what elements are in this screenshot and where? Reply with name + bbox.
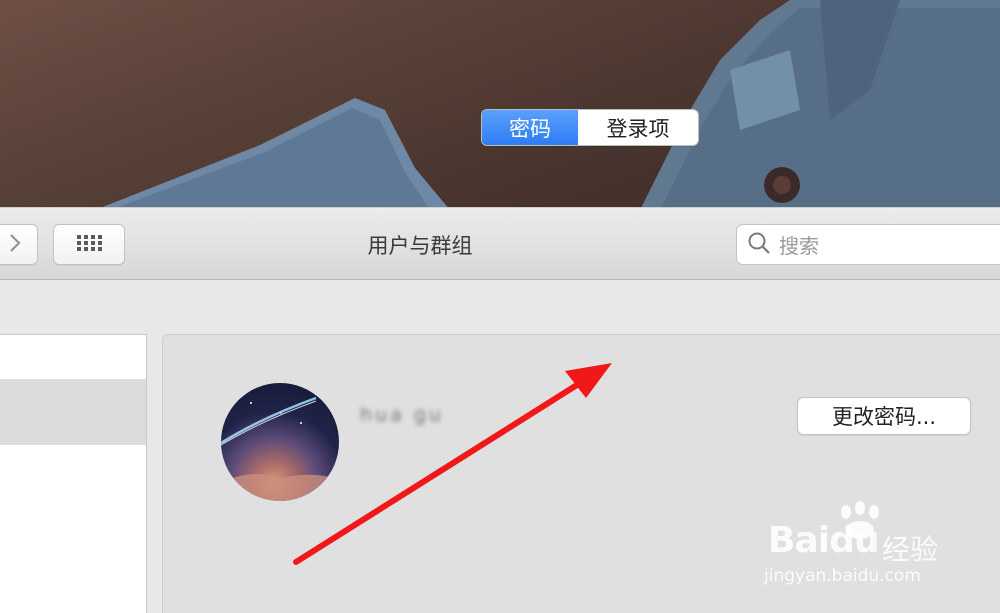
- chevron-right-icon: [8, 233, 22, 257]
- watermark-url: jingyan.baidu.com: [764, 566, 921, 586]
- change-password-button[interactable]: 更改密码...: [797, 397, 971, 435]
- search-field[interactable]: 搜索: [736, 224, 1000, 265]
- tab-password[interactable]: 密码: [482, 110, 578, 145]
- user-list-item-selected[interactable]: [0, 379, 146, 445]
- toolbar: 用户与群组 搜索: [0, 207, 1000, 280]
- grid-icon: [76, 234, 102, 256]
- desktop-wallpaper: [0, 0, 1000, 210]
- search-icon: [747, 231, 771, 259]
- search-placeholder: 搜索: [779, 234, 819, 258]
- forward-button[interactable]: [0, 224, 38, 265]
- avatar[interactable]: [221, 383, 339, 501]
- show-all-button[interactable]: [53, 224, 125, 265]
- window-title: 用户与群组: [367, 234, 473, 258]
- user-list[interactable]: [0, 334, 147, 613]
- tab-control: 密码 登录项: [481, 109, 699, 146]
- watermark-logo: Baidu: [768, 520, 879, 561]
- baidu-watermark: Baidu 经验 jingyan.baidu.com: [760, 500, 960, 590]
- tab-login-items[interactable]: 登录项: [578, 110, 698, 145]
- username: hua gu: [360, 404, 444, 426]
- watermark-cn: 经验: [882, 533, 939, 566]
